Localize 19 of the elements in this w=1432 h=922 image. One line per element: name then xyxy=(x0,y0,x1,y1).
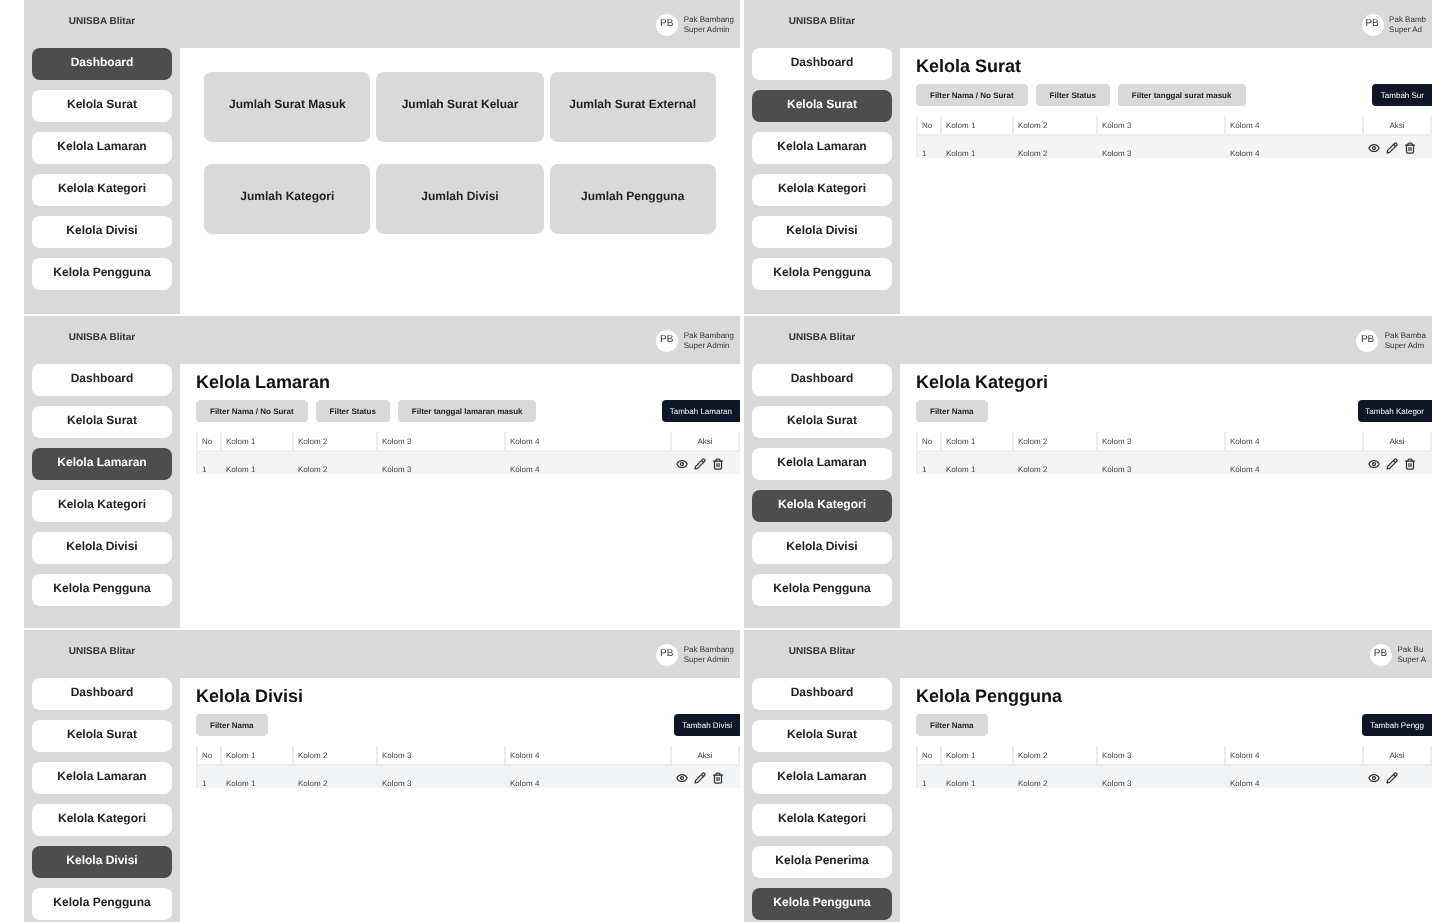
pencil-icon[interactable] xyxy=(1386,771,1398,783)
page-title: Kelola Pengguna xyxy=(916,686,1063,708)
trash-icon[interactable] xyxy=(1404,141,1416,153)
page-title: Kelola Divisi xyxy=(196,686,304,708)
pencil-icon[interactable] xyxy=(1386,141,1398,153)
eye-icon[interactable] xyxy=(676,457,688,469)
trash-icon[interactable] xyxy=(712,457,724,469)
eye-icon[interactable] xyxy=(676,771,688,783)
page-title: Kelola Lamaran xyxy=(196,372,331,394)
pencil-icon[interactable] xyxy=(1386,457,1398,469)
page-title: Kelola Kategori xyxy=(916,372,1049,394)
page-title: Kelola Surat xyxy=(916,56,1022,78)
trash-icon[interactable] xyxy=(1404,457,1416,469)
eye-icon[interactable] xyxy=(1368,141,1380,153)
pencil-icon[interactable] xyxy=(694,771,706,783)
eye-icon[interactable] xyxy=(1368,457,1380,469)
eye-icon[interactable] xyxy=(1368,771,1380,783)
trash-icon[interactable] xyxy=(712,771,724,783)
pencil-icon[interactable] xyxy=(694,457,706,469)
